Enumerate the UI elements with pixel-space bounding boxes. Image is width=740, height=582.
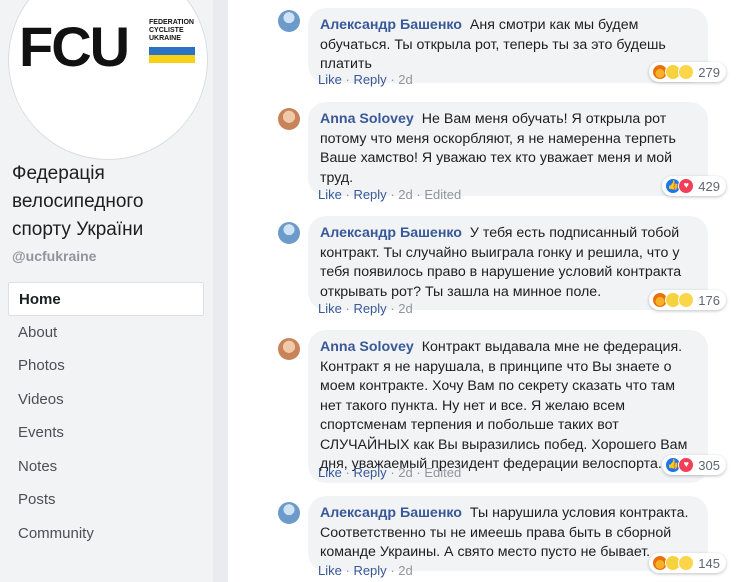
comment-feed: Александр Башенко Аня смотри как мы буде…	[228, 0, 740, 582]
reply-link[interactable]: Reply	[353, 187, 386, 202]
comment-actions: Like · Reply · 2d · Edited	[318, 187, 462, 202]
avatar[interactable]	[278, 222, 300, 244]
nav-item-community[interactable]: Community	[8, 517, 204, 551]
like-link[interactable]: Like	[318, 187, 342, 202]
wow-reaction-icon	[678, 555, 695, 571]
comment-actions: Like · Reply · 2d	[318, 72, 413, 87]
nav-item-photos[interactable]: Photos	[8, 349, 204, 383]
comment-bubble: Anna Solovey Контракт выдавала мне не фе…	[308, 330, 708, 483]
reaction-summary[interactable]: 👍 ♥ 429	[662, 176, 726, 196]
comment-author[interactable]: Anna Solovey	[320, 111, 414, 127]
comment-text: Контракт выдавала мне не федерация. Конт…	[320, 339, 688, 472]
reaction-count: 429	[698, 178, 720, 194]
comment-actions: Like · Reply · 2d	[318, 301, 413, 316]
comment-author[interactable]: Александр Башенко	[320, 225, 462, 241]
love-reaction-icon: ♥	[678, 178, 695, 194]
page-nav: Home About Photos Videos Events Notes Po…	[8, 282, 204, 550]
comment-author[interactable]: Anna Solovey	[320, 339, 414, 355]
reply-link[interactable]: Reply	[353, 301, 386, 316]
page-profile-picture[interactable]: FCU FEDERATION CYCLISTE UKRAINE	[8, 0, 208, 160]
comment-timestamp[interactable]: 2d	[398, 563, 412, 578]
reaction-summary[interactable]: 145	[649, 553, 726, 573]
reaction-count: 145	[698, 555, 720, 571]
like-link[interactable]: Like	[318, 465, 342, 480]
reaction-count: 176	[698, 292, 720, 308]
page-title[interactable]: Федерація велосипедного спорту України	[12, 160, 202, 244]
logo-wordmark: FCU	[19, 15, 130, 78]
wow-reaction-icon	[678, 64, 695, 80]
reaction-summary[interactable]: 279	[649, 62, 726, 82]
reply-link[interactable]: Reply	[353, 465, 386, 480]
comment-bubble: Александр Башенко Ты нарушила условия ко…	[308, 496, 708, 571]
reaction-summary[interactable]: 176	[649, 290, 726, 310]
comment-timestamp[interactable]: 2d	[398, 465, 412, 480]
avatar[interactable]	[278, 338, 300, 360]
like-link[interactable]: Like	[318, 563, 342, 578]
edited-label[interactable]: Edited	[424, 187, 461, 202]
nav-item-about[interactable]: About	[8, 316, 204, 350]
edited-label[interactable]: Edited	[424, 465, 461, 480]
nav-item-home[interactable]: Home	[8, 282, 204, 316]
reaction-summary[interactable]: 👍 ♥ 305	[662, 455, 726, 475]
avatar[interactable]	[278, 10, 300, 32]
logo-subtext: FEDERATION CYCLISTE UKRAINE	[149, 19, 194, 42]
reply-link[interactable]: Reply	[353, 72, 386, 87]
like-link[interactable]: Like	[318, 72, 342, 87]
reaction-count: 279	[698, 64, 720, 80]
comment-bubble: Anna Solovey Не Вам меня обучать! Я откр…	[308, 102, 708, 196]
comment-author[interactable]: Александр Башенко	[320, 505, 462, 521]
nav-item-notes[interactable]: Notes	[8, 450, 204, 484]
avatar[interactable]	[278, 108, 300, 130]
comment-timestamp[interactable]: 2d	[398, 72, 412, 87]
wow-reaction-icon	[678, 292, 695, 308]
page-handle[interactable]: @ucfukraine	[12, 248, 96, 264]
comment-bubble: Александр Башенко У тебя есть подписанны…	[308, 216, 708, 310]
comment-actions: Like · Reply · 2d	[318, 563, 413, 578]
page-sidebar: FCU FEDERATION CYCLISTE UKRAINE Федераці…	[0, 0, 213, 582]
reaction-count: 305	[698, 457, 720, 473]
avatar[interactable]	[278, 502, 300, 524]
nav-item-events[interactable]: Events	[8, 416, 204, 450]
comment-actions: Like · Reply · 2d · Edited	[318, 465, 462, 480]
comment-author[interactable]: Александр Башенко	[320, 17, 462, 33]
like-link[interactable]: Like	[318, 301, 342, 316]
comment-timestamp[interactable]: 2d	[398, 187, 412, 202]
ukraine-flag-icon	[149, 47, 195, 63]
nav-item-posts[interactable]: Posts	[8, 483, 204, 517]
nav-item-videos[interactable]: Videos	[8, 383, 204, 417]
love-reaction-icon: ♥	[678, 457, 695, 473]
comment-timestamp[interactable]: 2d	[398, 301, 412, 316]
reply-link[interactable]: Reply	[353, 563, 386, 578]
